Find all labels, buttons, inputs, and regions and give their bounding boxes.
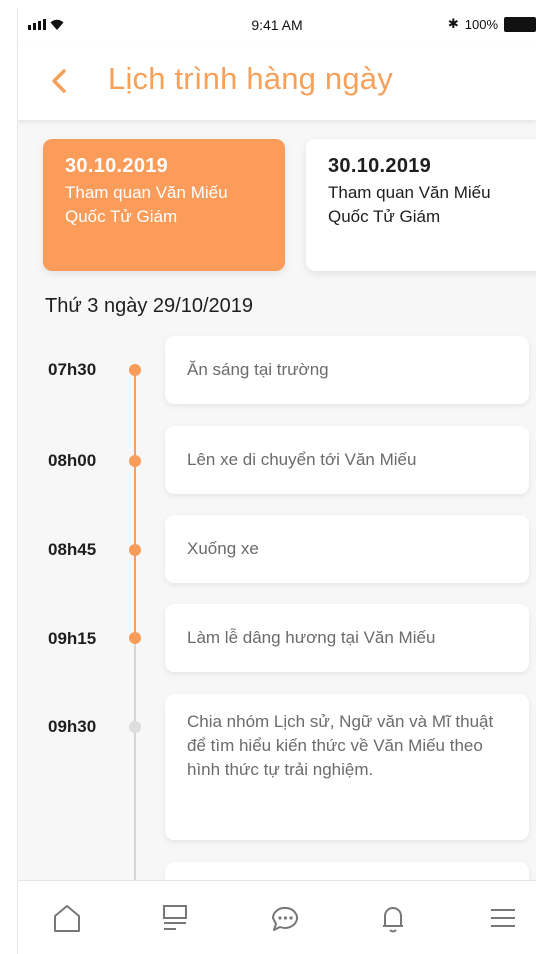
app-screen: 9:41 AM ✱ 100% Lịch trình hàng ngày 30.1… [17, 8, 536, 954]
event-card-date: 30.10.2019 [65, 155, 169, 177]
day-heading: Thứ 3 ngày 29/10/2019 [45, 295, 253, 317]
battery-icon [504, 16, 536, 32]
timeline-line-completed [134, 370, 136, 638]
schedule-icon[interactable] [158, 901, 192, 935]
timeline-time: 08h45 [48, 540, 97, 559]
timeline-time: 09h15 [48, 629, 97, 648]
app-header: Lịch trình hàng ngày [18, 44, 536, 120]
page-title: Lịch trình hàng ngày [108, 61, 393, 96]
timeline-item[interactable]: Chia nhóm Lịch sử, Ngữ văn và Mĩ thuật đ… [165, 694, 529, 840]
event-card-selected[interactable]: 30.10.2019 Tham quan Văn Miếu Quốc Tử Gi… [43, 139, 285, 271]
event-card[interactable]: 30.10.2019 Tham quan Văn Miếu Quốc Tử Gi… [306, 139, 536, 271]
status-bar-right: ✱ 100% [448, 16, 536, 32]
status-bar: 9:41 AM ✱ 100% [18, 8, 536, 44]
timeline-time: 07h30 [48, 360, 97, 379]
timeline-dot [129, 364, 141, 376]
battery-percent: 100% [464, 16, 498, 32]
chevron-left-icon[interactable] [48, 68, 70, 94]
timeline-dot [129, 455, 141, 467]
event-card-description: Tham quan Văn Miếu Quốc Tử Giám [328, 183, 491, 226]
menu-icon[interactable] [486, 901, 520, 935]
chat-icon[interactable] [268, 901, 302, 935]
notification-icon[interactable] [376, 901, 410, 935]
timeline-line-pending [134, 638, 136, 888]
bottom-navigation [18, 880, 536, 954]
home-icon[interactable] [50, 901, 84, 935]
timeline-dot [129, 721, 141, 733]
timeline-item[interactable]: Làm lễ dâng hương tại Văn Miếu [165, 604, 529, 672]
timeline-item[interactable]: Ăn sáng tại trường [165, 336, 529, 404]
timeline-dot [129, 632, 141, 644]
timeline-dot [129, 544, 141, 556]
timeline-item[interactable]: Lên xe di chuyển tới Văn Miếu [165, 426, 529, 494]
timeline-time: 09h30 [48, 717, 97, 736]
timeline-time: 08h00 [48, 451, 97, 470]
timeline-item[interactable]: Xuống xe [165, 515, 529, 583]
event-card-description: Tham quan Văn Miếu Quốc Tử Giám [65, 183, 228, 226]
event-card-date: 30.10.2019 [328, 155, 432, 177]
bluetooth-icon: ✱ [447, 16, 459, 31]
